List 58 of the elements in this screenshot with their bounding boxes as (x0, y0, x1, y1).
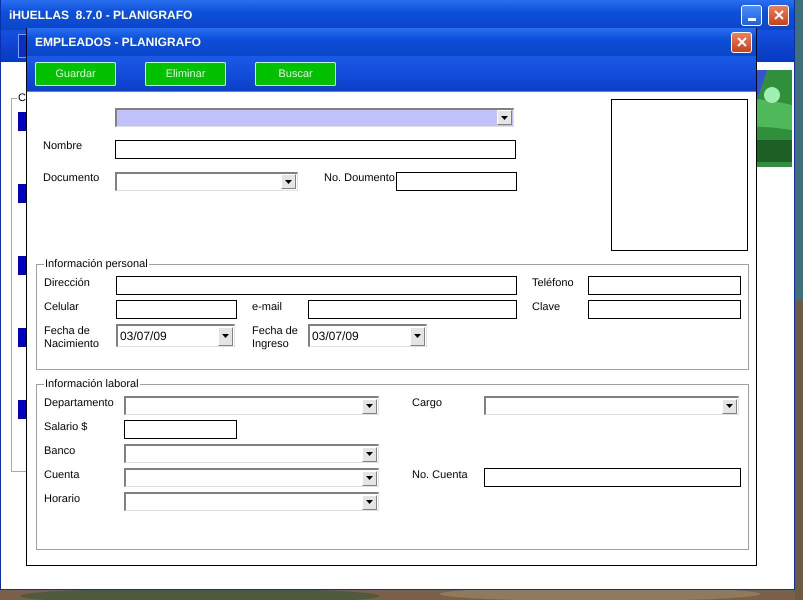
caret-icon (497, 110, 512, 125)
caret-icon (281, 174, 296, 189)
field-label: Documento (43, 171, 100, 185)
date-picker[interactable]: 03/07/09 (308, 324, 427, 347)
text-field[interactable] (484, 468, 741, 487)
field-label: Departamento (44, 396, 115, 410)
dropdown[interactable] (124, 444, 379, 463)
field-label: Salario $ (44, 420, 88, 434)
field-label: Horario (44, 492, 82, 506)
field-label: Dirección (44, 276, 91, 290)
window-title: EMPLEADOS - PLANIGRAFO (35, 35, 202, 49)
text-field[interactable] (396, 172, 517, 190)
action-button[interactable]: Buscar (255, 62, 336, 86)
field-label: Clave (532, 300, 562, 314)
caret-icon (362, 494, 377, 510)
field-label: e-mail (252, 300, 283, 314)
date-picker[interactable]: 03/07/09 (116, 324, 235, 347)
field-label: Cuenta (44, 468, 80, 482)
dropdown[interactable] (484, 396, 739, 415)
caret-icon (362, 446, 377, 462)
section-title: Información laboral (44, 378, 140, 390)
close-button[interactable] (768, 4, 789, 26)
caret-icon (362, 470, 377, 486)
text-field[interactable] (124, 420, 237, 439)
caret-icon (362, 398, 377, 414)
field-label: Cargo (412, 396, 443, 410)
caret-icon (722, 398, 737, 414)
field-label: Celular (44, 300, 80, 314)
close-icon (774, 10, 784, 20)
field-label: No. Doumento (324, 171, 396, 185)
dropdown[interactable] (115, 172, 298, 190)
field-label: Nombre (43, 139, 84, 153)
action-button[interactable]: Eliminar (145, 62, 226, 86)
caret-icon (218, 326, 233, 346)
text-field[interactable] (588, 276, 741, 295)
field-label: Teléfono (532, 276, 575, 290)
text-field[interactable] (308, 300, 517, 319)
caret-icon (410, 326, 425, 346)
text-field[interactable] (115, 140, 516, 158)
minimize-button[interactable] (741, 4, 762, 26)
close-icon (736, 37, 746, 47)
group-title: C (17, 92, 27, 104)
dropdown[interactable] (115, 108, 514, 126)
field-label: Banco (44, 444, 76, 458)
window-title: iHUELLAS 8.7.0 - PLANIGRAFO (9, 8, 192, 22)
action-button[interactable]: Guardar (35, 62, 116, 86)
text-field[interactable] (116, 300, 237, 319)
field-label: Fecha de Ingreso (252, 324, 299, 351)
close-button[interactable] (731, 32, 752, 52)
dropdown[interactable] (124, 468, 379, 487)
text-field[interactable] (116, 276, 517, 295)
field-label: No. Cuenta (412, 468, 469, 482)
minimize-icon (748, 18, 756, 20)
field-label: Fecha de Nacimiento (44, 324, 100, 351)
text-field[interactable] (588, 300, 741, 319)
section-title: Información personal (44, 258, 149, 270)
dropdown[interactable] (124, 492, 379, 511)
dropdown[interactable] (124, 396, 379, 415)
